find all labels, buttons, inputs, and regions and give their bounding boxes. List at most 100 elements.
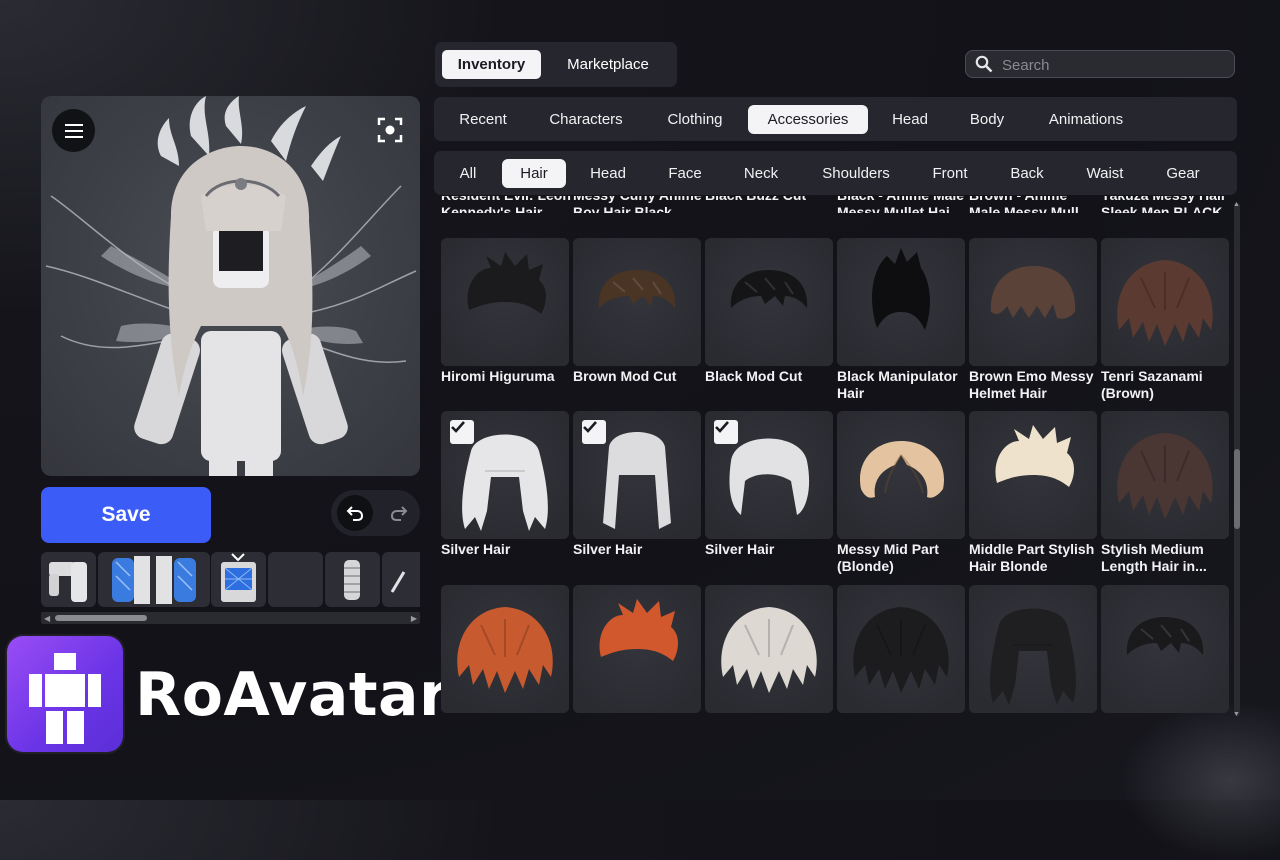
item-card[interactable] xyxy=(969,411,1097,539)
worn-item[interactable] xyxy=(325,552,380,607)
category-accessories[interactable]: Accessories xyxy=(748,105,868,134)
item-name-line: Sleek Men BLACK xyxy=(1101,204,1223,213)
focus-camera-button[interactable] xyxy=(376,116,404,144)
category-clothing[interactable]: Clothing xyxy=(654,105,736,134)
item-name-line: Messy Curly Anime xyxy=(573,196,703,204)
avatar-figure-icon xyxy=(29,653,101,744)
worn-items-strip[interactable] xyxy=(41,552,420,608)
worn-item-thumbnail xyxy=(112,556,196,604)
search-input[interactable] xyxy=(1000,54,1229,76)
category-body[interactable]: Body xyxy=(956,105,1018,134)
item-card[interactable] xyxy=(705,238,833,366)
scroll-right-icon[interactable]: ▶ xyxy=(411,614,417,623)
tab-marketplace[interactable]: Marketplace xyxy=(552,50,664,79)
item-thumbnail xyxy=(969,411,1097,539)
item-card[interactable] xyxy=(573,585,701,713)
subcategory-waist[interactable]: Waist xyxy=(1074,159,1136,188)
item-card[interactable] xyxy=(705,585,833,713)
item-name: Messy Curly AnimeBoy Hair Black xyxy=(573,196,703,213)
subcategory-head[interactable]: Head xyxy=(578,159,638,188)
subcategory-hair[interactable]: Hair xyxy=(502,159,566,188)
item-thumbnail xyxy=(573,238,701,366)
item-name[interactable]: Brown Mod Cut xyxy=(573,368,703,385)
undo-icon xyxy=(346,506,364,521)
equipped-check-icon[interactable] xyxy=(582,420,606,444)
item-name[interactable]: Tenri Sazanami (Brown) xyxy=(1101,368,1230,402)
subcategory-shoulders[interactable]: Shoulders xyxy=(808,159,904,188)
item-name-line: Male Messy Mull... xyxy=(969,204,1091,213)
category-tabs: Recent Characters Clothing Accessories H… xyxy=(434,97,1237,141)
worn-item[interactable] xyxy=(41,552,96,607)
category-recent[interactable]: Recent xyxy=(446,105,520,134)
item-grid[interactable]: Resident Evil: LeonKennedy's HairMessy C… xyxy=(434,196,1230,716)
item-name[interactable]: Black Manipulator Hair xyxy=(837,368,967,402)
item-card[interactable] xyxy=(837,238,965,366)
worn-item[interactable] xyxy=(98,552,210,607)
subcategory-back[interactable]: Back xyxy=(998,159,1056,188)
category-animations[interactable]: Animations xyxy=(1034,105,1138,134)
item-card[interactable] xyxy=(969,585,1097,713)
item-name[interactable]: Silver Hair xyxy=(705,541,835,558)
item-thumbnail xyxy=(705,238,833,366)
avatar-render xyxy=(45,96,417,476)
item-name[interactable]: Messy Mid Part (Blonde) xyxy=(837,541,967,575)
item-thumbnail xyxy=(573,585,701,713)
item-name: Black - Anime MaleMessy Mullet Hai... xyxy=(837,196,967,213)
item-name[interactable]: Stylish Medium Length Hair in... xyxy=(1101,541,1230,575)
category-characters[interactable]: Characters xyxy=(538,105,634,134)
item-name[interactable]: Silver Hair xyxy=(573,541,703,558)
item-name[interactable]: Hiromi Higuruma xyxy=(441,368,571,385)
worn-item-thumbnail xyxy=(390,571,406,593)
worn-item[interactable] xyxy=(211,552,266,607)
item-card[interactable] xyxy=(837,585,965,713)
item-name[interactable]: Brown Emo Messy Helmet Hair xyxy=(969,368,1099,402)
item-name[interactable]: Middle Part Stylish Hair Blonde xyxy=(969,541,1099,575)
item-card[interactable] xyxy=(1101,411,1229,539)
item-thumbnail xyxy=(441,238,569,366)
scroll-down-icon[interactable]: ▼ xyxy=(1233,711,1240,718)
item-card[interactable] xyxy=(573,411,701,539)
equipped-check-icon[interactable] xyxy=(450,420,474,444)
avatar-viewport[interactable] xyxy=(41,96,420,476)
equipped-check-icon[interactable] xyxy=(714,420,738,444)
scroll-left-icon[interactable]: ◀ xyxy=(44,614,50,623)
subcategory-neck[interactable]: Neck xyxy=(732,159,790,188)
undo-redo-group xyxy=(331,490,420,536)
scroll-thumb[interactable] xyxy=(55,615,147,621)
scroll-thumb[interactable] xyxy=(1234,449,1240,529)
item-name-line: Kennedy's Hair xyxy=(441,204,543,213)
item-thumbnail xyxy=(837,411,965,539)
menu-icon xyxy=(64,123,83,138)
worn-item[interactable] xyxy=(382,552,420,607)
worn-items-scrollbar[interactable]: ◀ ▶ xyxy=(41,612,420,624)
tab-inventory[interactable]: Inventory xyxy=(442,50,541,79)
subcategory-front[interactable]: Front xyxy=(922,159,978,188)
scroll-up-icon[interactable]: ▲ xyxy=(1233,201,1240,208)
item-card[interactable] xyxy=(837,411,965,539)
worn-item-empty[interactable] xyxy=(268,552,323,607)
menu-button[interactable] xyxy=(52,109,95,152)
redo-icon xyxy=(390,506,408,521)
item-card[interactable] xyxy=(969,238,1097,366)
item-card[interactable] xyxy=(1101,585,1229,713)
item-name: Black Buzz Cut xyxy=(705,196,835,213)
undo-button[interactable] xyxy=(337,495,373,531)
subcategory-all[interactable]: All xyxy=(446,159,490,188)
item-grid-scrollbar[interactable]: ▲ ▼ xyxy=(1232,201,1242,718)
item-card[interactable] xyxy=(1101,238,1229,366)
item-name-line: Messy Mullet Hai... xyxy=(837,204,962,213)
subcategory-tabs: All Hair Head Face Neck Shoulders Front … xyxy=(434,151,1237,195)
item-card[interactable] xyxy=(441,411,569,539)
item-card[interactable] xyxy=(441,238,569,366)
save-button[interactable]: Save xyxy=(41,487,211,543)
search-icon xyxy=(975,55,993,73)
subcategory-gear[interactable]: Gear xyxy=(1154,159,1212,188)
item-card[interactable] xyxy=(441,585,569,713)
category-head[interactable]: Head xyxy=(880,105,940,134)
subcategory-face[interactable]: Face xyxy=(656,159,714,188)
item-name[interactable]: Silver Hair xyxy=(441,541,571,558)
item-card[interactable] xyxy=(573,238,701,366)
item-card[interactable] xyxy=(705,411,833,539)
item-name[interactable]: Black Mod Cut xyxy=(705,368,835,385)
redo-button[interactable] xyxy=(381,495,417,531)
